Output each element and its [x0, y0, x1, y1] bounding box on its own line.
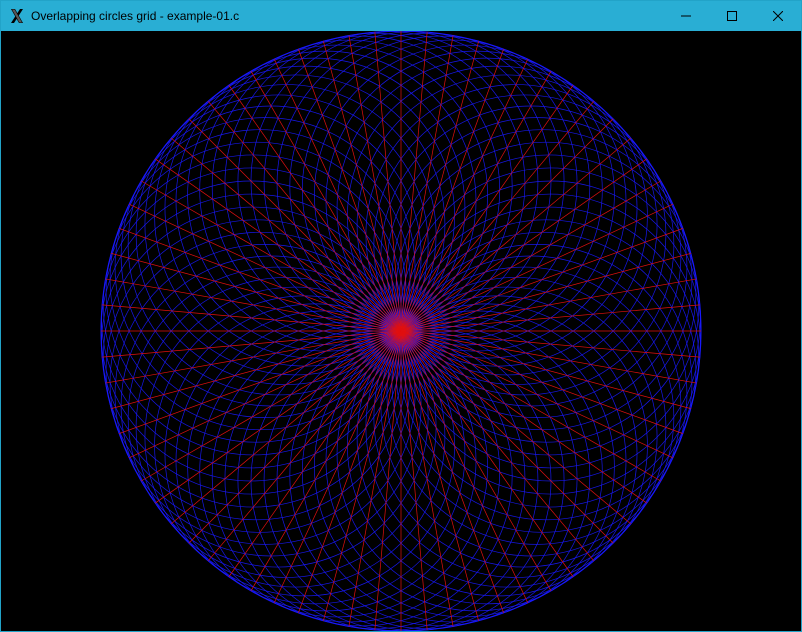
spoke-line	[298, 48, 402, 332]
spoke-line	[400, 71, 552, 332]
spoke-line	[118, 330, 402, 434]
spoke-line	[400, 203, 674, 332]
spoke-line	[273, 58, 402, 332]
spoke-line	[273, 330, 402, 604]
title-bar[interactable]: Overlapping circles grid - example-01.c	[1, 1, 801, 31]
window-controls	[663, 1, 801, 31]
radial-spokes	[101, 31, 701, 631]
spoke-line	[250, 330, 402, 591]
spoke-line	[400, 41, 479, 332]
spoke-line	[323, 41, 402, 332]
minimize-icon	[681, 15, 691, 17]
spoke-line	[400, 58, 529, 332]
maximize-icon	[727, 11, 737, 21]
app-window: Overlapping circles grid - example-01.c	[0, 0, 802, 632]
spoke-line	[141, 330, 402, 482]
spoke-line	[400, 330, 684, 434]
spoke-line	[400, 330, 529, 604]
drawing-canvas	[1, 31, 801, 631]
x-window-system-icon	[9, 8, 25, 24]
spoke-line	[323, 330, 402, 621]
close-icon	[773, 11, 783, 21]
spoke-line	[400, 330, 691, 409]
spoke-line	[400, 48, 504, 332]
spoke-line	[400, 228, 684, 332]
overlapping-circles-drawing	[100, 31, 702, 631]
spoke-line	[298, 330, 402, 614]
spoke-line	[250, 71, 402, 332]
spoke-line	[400, 180, 661, 332]
spoke-line	[118, 228, 402, 332]
spoke-line	[400, 330, 504, 614]
spoke-line	[111, 253, 402, 332]
maximize-button[interactable]	[709, 1, 755, 31]
spoke-line	[400, 330, 674, 459]
window-title: Overlapping circles grid - example-01.c	[31, 9, 240, 23]
spoke-line	[400, 330, 479, 621]
spoke-line	[128, 330, 402, 459]
spoke-line	[111, 330, 402, 409]
spoke-line	[400, 330, 552, 591]
spoke-line	[400, 253, 691, 332]
spoke-line	[141, 180, 402, 332]
spoke-line	[128, 203, 402, 332]
spoke-line	[400, 330, 661, 482]
minimize-button[interactable]	[663, 1, 709, 31]
close-button[interactable]	[755, 1, 801, 31]
